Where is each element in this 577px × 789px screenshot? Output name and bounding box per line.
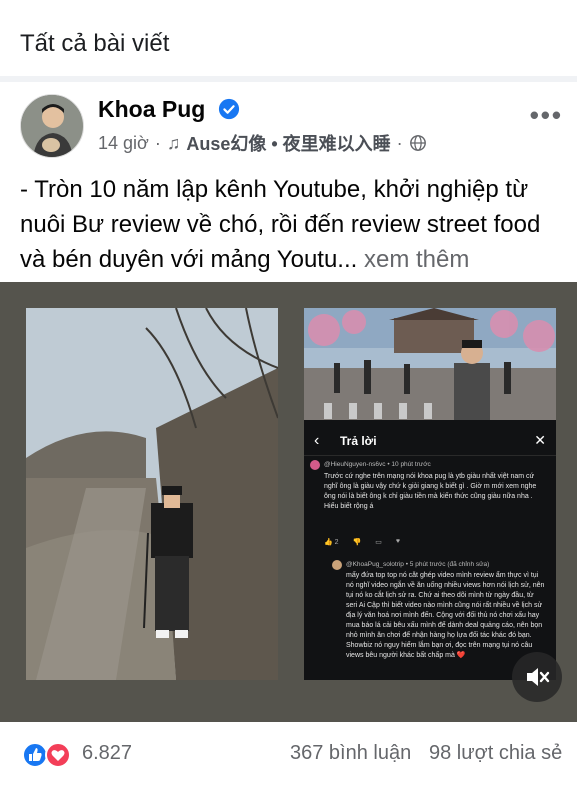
comment1-author: @HieuNguyen-ns6vc • 10 phút trước xyxy=(324,461,431,468)
photo-comment-screenshot[interactable]: ‹ Trả lời ✕ @HieuNguyen-ns6vc • 10 phút … xyxy=(304,308,556,680)
reply-panel-header: ‹ Trả lời ✕ xyxy=(304,426,556,456)
verified-badge-icon xyxy=(218,98,240,120)
reactions-bar: 6.827 367 bình luận 98 lượt chia sẻ xyxy=(0,722,577,789)
photo-mountain-stairs[interactable] xyxy=(26,308,278,680)
speaker-muted-icon xyxy=(527,668,550,686)
heart-icon[interactable]: ♥ xyxy=(396,538,400,546)
post-text: - Tròn 10 năm lập kênh Youtube, khởi ngh… xyxy=(20,172,565,277)
reply-avatar xyxy=(332,560,342,570)
author-name[interactable]: Khoa Pug xyxy=(98,96,205,123)
avatar-photo xyxy=(21,95,83,157)
see-more-link[interactable]: xem thêm xyxy=(364,246,469,273)
reply-panel: ‹ Trả lời ✕ @HieuNguyen-ns6vc • 10 phút … xyxy=(304,420,556,680)
street-photo xyxy=(304,308,556,420)
more-options-icon[interactable]: ••• xyxy=(530,100,563,131)
reply-icon[interactable]: ▭ xyxy=(375,538,382,546)
back-arrow-icon[interactable]: ‹ xyxy=(314,432,319,450)
music-label[interactable]: Ause幻像 • 夜里难以入睡 xyxy=(186,130,390,156)
post-meta: 14 giờ · ♫ Ause幻像 • 夜里难以入睡 · xyxy=(98,130,427,156)
reaction-icons[interactable] xyxy=(22,742,76,768)
globe-icon xyxy=(409,135,426,151)
dislike-icon[interactable]: 👎 xyxy=(353,538,362,546)
photo-content xyxy=(26,308,278,680)
reactions-count[interactable]: 6.827 xyxy=(82,742,132,765)
comment1-text: Trước cứ nghe trên mạng nói khoa pug là … xyxy=(324,473,537,510)
mute-button[interactable] xyxy=(512,652,562,702)
comment1-actions: 👍 2 👎 ▭ ♥ xyxy=(324,538,400,546)
post-time[interactable]: 14 giờ xyxy=(98,133,149,154)
like-count-small[interactable]: 👍 2 xyxy=(324,538,339,546)
author-avatar[interactable] xyxy=(20,94,84,158)
music-note-icon: ♫ xyxy=(166,132,181,153)
reply-panel-title: Trả lời xyxy=(340,434,377,448)
street-scene xyxy=(304,308,556,420)
post-header: Khoa Pug 14 giờ · ♫ Ause幻像 • 夜里难以入睡 · ••… xyxy=(0,82,577,162)
section-title: Tất cả bài viết xyxy=(20,30,170,57)
separator-dot: · xyxy=(396,132,403,153)
close-icon[interactable]: ✕ xyxy=(534,432,546,449)
separator-dot: · xyxy=(154,132,161,153)
comments-count[interactable]: 367 bình luận xyxy=(290,742,411,765)
shares-count[interactable]: 98 lượt chia sẻ xyxy=(429,742,562,765)
commenter-avatar xyxy=(310,460,320,470)
media-gallery: ‹ Trả lời ✕ @HieuNguyen-ns6vc • 10 phút … xyxy=(0,282,577,722)
comment2-author: @KhoaPug_solotrip • 5 phút trước (đã chỉ… xyxy=(346,561,490,568)
